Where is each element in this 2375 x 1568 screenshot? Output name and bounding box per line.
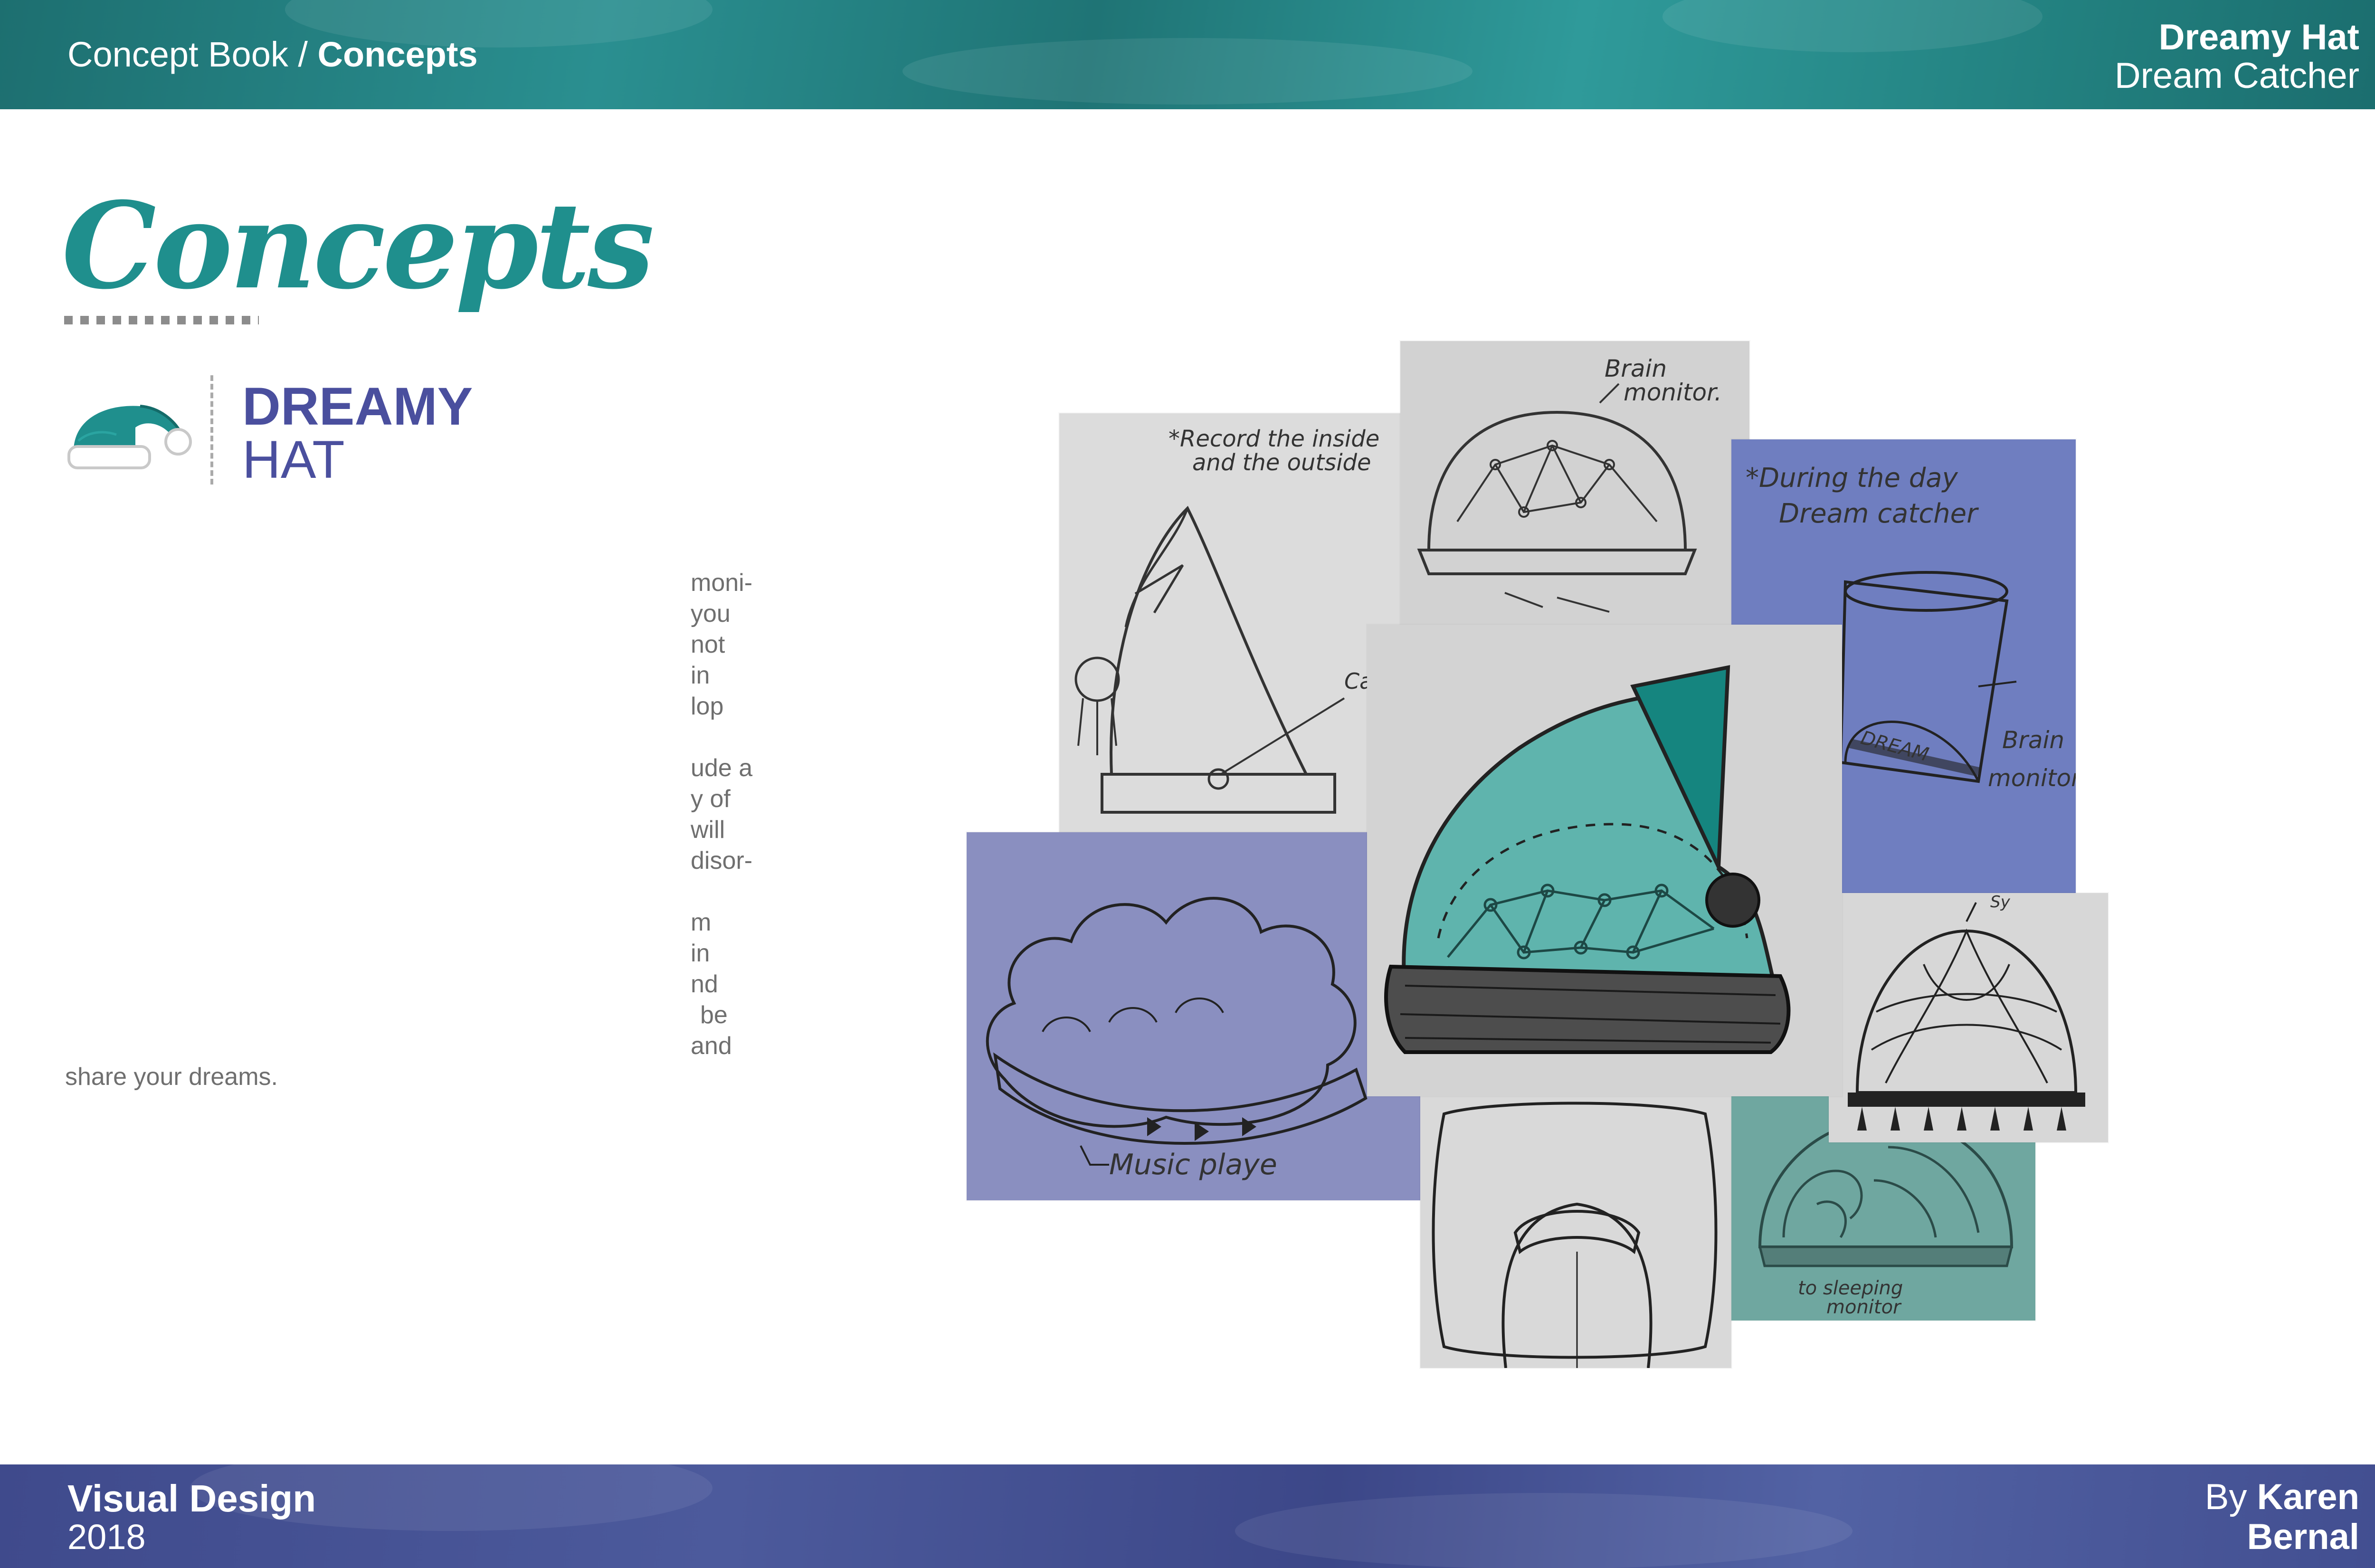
santa-hat-icon [67,405,192,469]
record-note-1: *Record the inside [1168,426,1379,452]
author-first-name: Karen [2257,1477,2359,1517]
dream-band-label: DREAM [1858,727,1931,766]
brand-name: DREAMY HAT [242,380,473,486]
music-player-label: Music playe [1109,1148,1277,1181]
author-last-name: Bernal [2247,1517,2359,1557]
text-fragment: y of [691,785,731,813]
text-fragment: moni- [691,569,753,597]
course-name: Visual Design [67,1477,316,1520]
sketch-cloud-music-player: Music playe [967,832,1420,1200]
footer-course: Visual Design 2018 [67,1479,316,1556]
breadcrumb: Concept Book / Concepts [67,34,478,75]
text-fragment: disor- [691,847,753,874]
text-fragment: ude a [691,754,753,782]
text-fragment: nd [691,970,718,998]
during-day-2: Dream catcher [1779,498,1979,529]
text-fragment: will [691,816,725,844]
course-year: 2018 [67,1517,146,1557]
page-title: Concepts [62,176,655,315]
header-banner: Concept Book / Concepts Dreamy Hat Dream… [0,0,2375,109]
text-fragment: and [691,1032,732,1060]
record-note-2: and the outside [1192,449,1371,476]
body-last-line: share your dreams. [65,1063,278,1091]
sketch-cloud-drawing: Music playe [986,897,1368,1181]
breadcrumb-parent[interactable]: Concept Book / [67,35,318,74]
footer-banner [0,1464,2375,1568]
sketch-net-dome-hat: Sy [1829,893,2108,1142]
brain-monitor-label-2: monitor. [1624,379,1722,406]
project-title: Dreamy Hat [2158,17,2359,57]
during-day-1: *During the day [1746,463,1958,494]
footer-author: By Karen Bernal [2205,1477,2359,1557]
brand-separator [210,375,213,485]
text-fragment: lop [691,693,724,720]
title-dotted-divider [64,316,259,324]
sketch-dreamy-hat-drawing [1384,665,1791,1054]
text-fragment: be [700,1001,728,1029]
text-fragment: not [691,631,725,658]
brain-label-2: monitor. [1988,764,2076,792]
brand-line-2: HAT [242,430,345,489]
breadcrumb-current: Concepts [317,35,478,74]
text-fragment: you [691,600,731,627]
text-fragment: in [691,940,710,967]
sleeping-monitor-label-2: monitor [1826,1296,1902,1318]
sketch-net-dome-drawing: Sy [1848,893,2085,1131]
sketch-brain-monitor-drawing: Brain monitor. [1417,355,1722,613]
brand-line-1: DREAMY [242,377,473,436]
project-heading: Dreamy Hat Dream Catcher [2115,18,2359,95]
sketch-sleeping-head-drawing [1432,1102,1718,1368]
author-prefix: By [2204,1477,2257,1517]
brain-label-1: Brain [2002,726,2064,754]
text-fragment: m [691,909,712,936]
sketch-dreamy-hat-final [1367,625,1842,1096]
sketch-sleeping-head [1420,1090,1731,1368]
sketch-brain-monitor-cap: Brain monitor. [1400,341,1749,626]
project-subtitle: Dream Catcher [2114,56,2359,96]
net-top-label: Sy [1990,893,2011,912]
text-fragment: in [691,662,710,689]
